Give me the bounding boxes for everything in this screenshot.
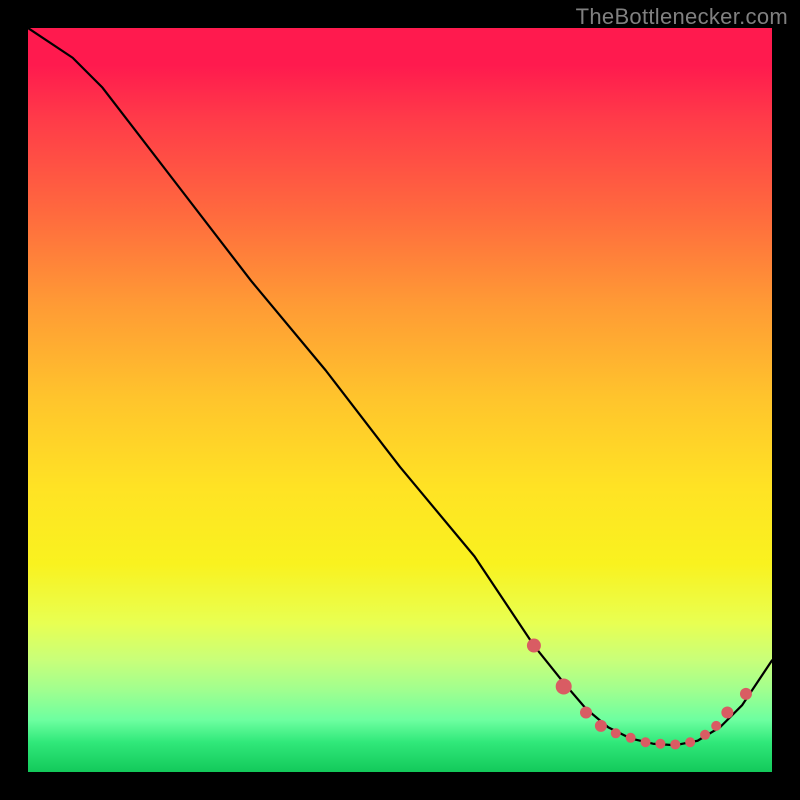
curve-marker bbox=[580, 706, 592, 718]
curve-marker bbox=[527, 639, 541, 653]
curve-svg bbox=[28, 28, 772, 772]
curve-marker bbox=[641, 737, 651, 747]
curve-marker bbox=[655, 739, 665, 749]
curve-marker bbox=[626, 733, 636, 743]
curve-marker bbox=[721, 706, 733, 718]
marker-group bbox=[527, 639, 752, 750]
curve-marker bbox=[711, 721, 721, 731]
chart-frame: TheBottlenecker.com bbox=[0, 0, 800, 800]
curve-marker bbox=[611, 728, 621, 738]
curve-marker bbox=[740, 688, 752, 700]
curve-marker bbox=[595, 720, 607, 732]
curve-marker bbox=[556, 678, 572, 694]
curve-marker bbox=[670, 739, 680, 749]
curve-marker bbox=[700, 730, 710, 740]
curve-marker bbox=[685, 737, 695, 747]
watermark-text: TheBottlenecker.com bbox=[576, 4, 788, 30]
plot-area bbox=[28, 28, 772, 772]
bottleneck-curve bbox=[28, 28, 772, 745]
